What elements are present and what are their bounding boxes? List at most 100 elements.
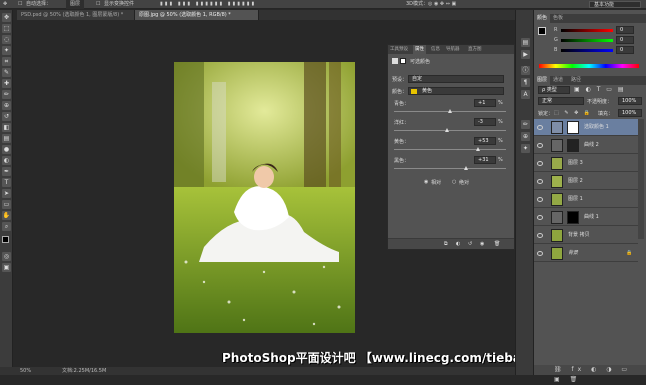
styles-panel-icon[interactable]: ✦ xyxy=(521,144,530,153)
auto-select-dropdown[interactable]: 图层 xyxy=(66,0,85,9)
layer-row[interactable]: 曲线 1 xyxy=(534,209,638,226)
tab-histogram[interactable]: 直方图 xyxy=(466,45,484,54)
layer-row[interactable]: 曲线 2 xyxy=(534,137,638,154)
reset-icon[interactable]: ↺ xyxy=(468,241,472,247)
black-slider-thumb[interactable] xyxy=(464,166,468,170)
visibility-icon[interactable]: ◉ xyxy=(480,241,484,247)
shape-tool-icon[interactable]: ▭ xyxy=(2,200,11,209)
visibility-eye-icon[interactable] xyxy=(537,197,543,202)
visibility-eye-icon[interactable] xyxy=(537,233,543,238)
info-panel-icon[interactable]: ⓘ xyxy=(521,66,530,75)
eyedropper-icon[interactable]: ✎ xyxy=(2,68,11,77)
layers-scrollbar[interactable] xyxy=(638,119,644,239)
tab-original[interactable]: 原图.jpg @ 50% (选取颜色 1, RGB/8) * xyxy=(135,10,259,20)
dodge-tool-icon[interactable]: ◐ xyxy=(2,156,11,165)
visibility-eye-icon[interactable] xyxy=(537,251,543,256)
clip-to-layer-icon[interactable]: ⧉ xyxy=(444,241,448,247)
quick-mask-icon[interactable]: ◎ xyxy=(2,252,11,261)
cyan-value-field[interactable]: +1 xyxy=(474,99,496,107)
mask-icon[interactable] xyxy=(400,58,406,64)
layer-row[interactable]: 背景 拷贝 xyxy=(534,227,638,244)
yellow-slider-thumb[interactable] xyxy=(476,147,480,151)
document-photo[interactable] xyxy=(174,62,355,333)
mask-thumb[interactable] xyxy=(567,211,579,224)
screen-mode-icon[interactable]: ▣ xyxy=(2,263,11,272)
tab-tool-presets[interactable]: 工具预设 xyxy=(388,45,410,54)
marquee-tool-icon[interactable]: ⬚ xyxy=(2,24,11,33)
eraser-tool-icon[interactable]: ◧ xyxy=(2,123,11,132)
visibility-eye-icon[interactable] xyxy=(537,143,543,148)
crop-tool-icon[interactable]: ⌗ xyxy=(2,57,11,66)
preset-dropdown[interactable]: 自定 xyxy=(408,75,504,83)
history-panel-icon[interactable]: ▤ xyxy=(521,38,530,47)
brush-tool-icon[interactable]: ✏ xyxy=(2,90,11,99)
visibility-eye-icon[interactable] xyxy=(537,125,543,130)
show-transform-checkbox[interactable]: ☐ xyxy=(96,0,100,9)
black-value-field[interactable]: +31 xyxy=(474,156,496,164)
workspace-dropdown[interactable]: 基本功能 xyxy=(589,1,641,8)
lock-icons[interactable]: ⬚ ✎ ✥ 🔒 xyxy=(554,110,592,116)
g-value[interactable]: 0 xyxy=(616,36,634,44)
zoom-tool-icon[interactable]: ⌕ xyxy=(2,222,11,231)
yellow-value-field[interactable]: +53 xyxy=(474,137,496,145)
mask-thumb[interactable] xyxy=(567,139,579,152)
layer-row[interactable]: 图层 2 xyxy=(534,173,638,190)
visibility-eye-icon[interactable] xyxy=(537,215,543,220)
healing-brush-icon[interactable]: ✚ xyxy=(2,79,11,88)
absolute-radio[interactable]: ○ xyxy=(452,179,456,185)
tab-navigator[interactable]: 导航器 xyxy=(444,45,462,54)
color-spectrum[interactable] xyxy=(539,64,639,68)
gradient-tool-icon[interactable]: ▤ xyxy=(2,134,11,143)
auto-select-checkbox[interactable]: ☐ xyxy=(18,0,22,9)
foreground-color-swatch[interactable] xyxy=(2,236,9,243)
visibility-eye-icon[interactable] xyxy=(537,179,543,184)
magenta-slider-thumb[interactable] xyxy=(445,128,449,132)
hand-tool-icon[interactable]: ✋ xyxy=(2,211,11,220)
layer-filter-icons[interactable]: ▣ ◐ T ▭ ▤ xyxy=(574,86,626,93)
fill-field[interactable]: 100% xyxy=(618,109,642,117)
tab-paths[interactable]: 路径 xyxy=(568,76,584,85)
cyan-slider-thumb[interactable] xyxy=(448,109,452,113)
tab-channels[interactable]: 通道 xyxy=(550,76,566,85)
path-select-icon[interactable]: ➤ xyxy=(2,189,11,198)
g-slider[interactable] xyxy=(561,39,613,42)
blend-mode-dropdown[interactable]: 正常 xyxy=(538,97,584,105)
move-tool-icon[interactable]: ✥ xyxy=(2,13,11,22)
b-slider[interactable] xyxy=(561,49,613,52)
colors-dropdown[interactable]: 黄色 xyxy=(408,87,504,95)
layer-row[interactable]: 图层 3 xyxy=(534,155,638,172)
b-value[interactable]: 0 xyxy=(616,46,634,54)
paragraph-panel-icon[interactable]: ¶ xyxy=(521,78,530,87)
layer-row[interactable]: 选取颜色 1 xyxy=(534,119,638,136)
delete-icon[interactable]: 🗑 xyxy=(494,241,500,247)
blur-tool-icon[interactable]: ● xyxy=(2,145,11,154)
magic-wand-icon[interactable]: ✦ xyxy=(2,46,11,55)
layer-filter-dropdown[interactable]: ρ 类型 xyxy=(538,86,570,94)
mask-thumb[interactable] xyxy=(567,121,579,134)
3d-mode-icons[interactable]: 3D模式：◎ ◉ ✥ ⇔ ▣ xyxy=(406,0,456,9)
r-slider[interactable] xyxy=(561,29,613,32)
type-tool-icon[interactable]: T xyxy=(2,178,11,187)
tab-info[interactable]: 信息 xyxy=(429,45,442,54)
r-value[interactable]: 0 xyxy=(616,26,634,34)
opacity-field[interactable]: 100% xyxy=(618,97,642,105)
brush-panel-icon[interactable]: ✏ xyxy=(521,120,530,129)
visibility-eye-icon[interactable] xyxy=(537,161,543,166)
color-foreground-swatch[interactable] xyxy=(538,27,546,35)
tab-color[interactable]: 颜色 xyxy=(534,14,551,23)
tab-psd[interactable]: PSD.psd @ 50% (选取颜色 1, 图层蒙版/8) * xyxy=(17,10,135,20)
tab-properties[interactable]: 属性 xyxy=(413,45,426,54)
align-icons[interactable]: ▮▮▮ ▮▮▮ ▮▮▮▮▮▮ ▮▮▮▮▮▮ xyxy=(160,0,256,9)
clone-stamp-icon[interactable]: ⊕ xyxy=(2,101,11,110)
character-panel-icon[interactable]: A xyxy=(521,90,530,99)
yellow-slider-track[interactable] xyxy=(394,149,506,150)
lasso-tool-icon[interactable]: ◌ xyxy=(2,35,11,44)
clone-source-icon[interactable]: ⊕ xyxy=(521,132,530,141)
tab-layers[interactable]: 图层 xyxy=(534,76,551,85)
actions-panel-icon[interactable]: ▶ xyxy=(521,50,530,59)
layer-row[interactable]: 图层 1 xyxy=(534,191,638,208)
zoom-level[interactable]: 50% xyxy=(20,367,31,375)
tab-swatches[interactable]: 色板 xyxy=(550,14,566,23)
pen-tool-icon[interactable]: ✒ xyxy=(2,167,11,176)
magenta-slider-track[interactable] xyxy=(394,130,506,131)
